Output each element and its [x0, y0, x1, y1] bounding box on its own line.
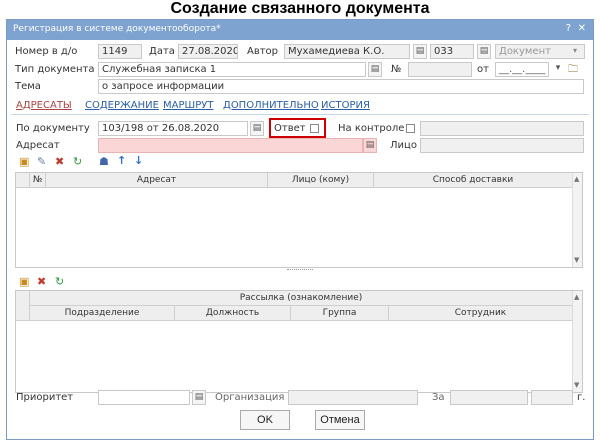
avtor-select-icon[interactable]: ▤: [413, 44, 427, 59]
page-heading: Создание связанного документа: [170, 0, 430, 17]
po-doc-field[interactable]: 103/198 от 26.08.2020: [98, 121, 248, 136]
no-label: №: [391, 64, 402, 75]
tabs-divider: [11, 114, 589, 115]
num-select-icon[interactable]: ▤: [477, 44, 491, 59]
rassylka-grid: Рассылка (ознакомление) Подразделение До…: [15, 290, 583, 393]
tab-istoriya[interactable]: ИСТОРИЯ: [321, 100, 370, 111]
priority-label: Приоритет: [16, 392, 74, 403]
no-field[interactable]: [408, 62, 472, 77]
otvet-checkbox[interactable]: [310, 124, 319, 133]
adresat-label: Адресат: [16, 140, 60, 151]
col-header-lico[interactable]: Лицо (кому): [268, 173, 374, 188]
adresat-field[interactable]: [98, 138, 363, 153]
scroll-down-icon-2[interactable]: ▼: [574, 381, 579, 389]
window-title: Регистрация в системе документооборота*: [13, 24, 221, 34]
grid2-corner: [16, 291, 30, 321]
delete-icon-2[interactable]: ✖: [37, 276, 46, 288]
nomer-field[interactable]: 1149: [98, 44, 142, 59]
org-label: Организация: [215, 392, 285, 403]
data-field[interactable]: 27.08.2020: [178, 44, 238, 59]
tema-label: Тема: [15, 81, 41, 92]
za-select: [450, 390, 528, 405]
scroll-up-icon-2[interactable]: ▲: [574, 293, 579, 301]
col-header-gruppa[interactable]: Группа: [291, 306, 389, 321]
tab-dopolnitelno[interactable]: ДОПОЛНИТЕЛЬНО: [223, 100, 319, 111]
otvet-label: Ответ: [274, 123, 306, 134]
arrow-down-icon[interactable]: ↓: [134, 155, 143, 167]
edit-icon[interactable]: ✎: [37, 156, 46, 168]
chevron-down-icon[interactable]: ▾: [573, 46, 577, 55]
col-header-sotrudnik[interactable]: Сотрудник: [389, 306, 573, 321]
year-select: [531, 390, 573, 405]
ok-button[interactable]: OK: [240, 410, 290, 430]
grid1-scrollbar[interactable]: ▲ ▼: [572, 173, 582, 267]
calendar-dropdown-icon[interactable]: ▾: [551, 62, 565, 77]
cancel-button[interactable]: Отмена: [315, 410, 365, 430]
col-header-adresat[interactable]: Адресат: [46, 173, 268, 188]
lico-label: Лицо: [390, 140, 417, 151]
num-field[interactable]: 033: [430, 44, 474, 59]
users-icon[interactable]: ☗: [99, 156, 109, 168]
delete-icon[interactable]: ✖: [55, 156, 64, 168]
group-header-rassylka: Рассылка (ознакомление): [30, 291, 573, 306]
za-label: За: [432, 392, 445, 403]
po-doc-label: По документу: [16, 123, 90, 134]
col-header-sposob[interactable]: Способ доставки: [374, 173, 573, 188]
doc-select[interactable]: Документ: [495, 44, 585, 59]
avtor-field[interactable]: Мухамедиева К.О.: [284, 44, 410, 59]
scroll-down-icon[interactable]: ▼: [574, 256, 579, 264]
kontrol-field: [420, 121, 584, 136]
ot-label: от: [477, 64, 489, 75]
priority-field[interactable]: [98, 390, 190, 405]
col-header-num[interactable]: №: [30, 173, 46, 188]
tema-field[interactable]: о запросе информации: [98, 79, 584, 94]
lico-field[interactable]: [420, 138, 584, 153]
dialog-window: Регистрация в системе документооборота* …: [6, 19, 594, 440]
tab-soderzhanie[interactable]: СОДЕРЖАНИЕ: [85, 100, 159, 111]
grid2-scrollbar[interactable]: ▲ ▼: [572, 291, 582, 392]
arrow-up-icon[interactable]: ↑: [117, 155, 126, 167]
adresaty-grid: № Адресат Лицо (кому) Способ доставки ▲ …: [15, 172, 583, 268]
scroll-up-icon[interactable]: ▲: [574, 175, 579, 183]
tip-select-icon[interactable]: ▤: [368, 62, 382, 77]
avtor-label: Автор: [247, 46, 279, 57]
tab-marshrut[interactable]: МАРШРУТ: [163, 100, 213, 111]
kontrol-checkbox[interactable]: [406, 124, 415, 133]
g-label: г.: [577, 392, 586, 403]
tip-field[interactable]: Служебная записка 1: [98, 62, 366, 77]
title-bar: Регистрация в системе документооборота* …: [7, 20, 593, 40]
add-icon-2[interactable]: ▣: [19, 276, 29, 288]
tab-adresaty[interactable]: АДРЕСАТЫ: [16, 100, 72, 111]
data-label: Дата: [149, 46, 175, 57]
tip-label: Тип документа: [15, 64, 95, 75]
folder-icon[interactable]: 🗀: [568, 62, 578, 79]
kontrol-label: На контроле: [338, 123, 405, 134]
priority-select-icon[interactable]: ▤: [192, 390, 206, 405]
col-header-podrazdelenie[interactable]: Подразделение: [30, 306, 175, 321]
nomer-label: Номер в д/о: [15, 46, 78, 57]
ot-date-field[interactable]: __.__.____: [495, 62, 549, 77]
col-header-dolzhnost[interactable]: Должность: [175, 306, 291, 321]
org-field: [288, 390, 418, 405]
adresat-select-icon[interactable]: ▤: [363, 138, 377, 153]
refresh-icon[interactable]: ↻: [73, 156, 82, 168]
help-icon[interactable]: ?: [566, 23, 571, 34]
po-doc-select-icon[interactable]: ▤: [250, 121, 264, 136]
splitter-handle[interactable]: [287, 269, 313, 271]
grid-corner: [16, 173, 30, 188]
refresh-icon-2[interactable]: ↻: [55, 276, 64, 288]
add-icon[interactable]: ▣: [19, 156, 29, 168]
close-icon[interactable]: ✕: [578, 23, 586, 34]
